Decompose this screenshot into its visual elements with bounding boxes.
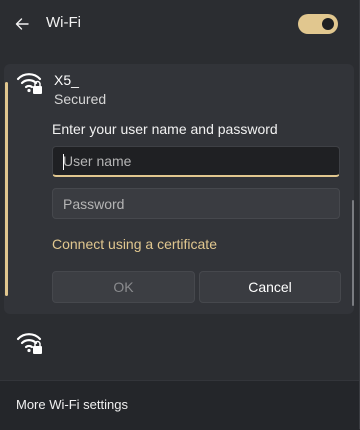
back-button[interactable] [10,12,34,36]
selection-indicator [5,82,8,296]
scrollbar-thumb[interactable] [352,200,354,306]
password-field[interactable] [52,188,340,219]
username-input[interactable] [53,147,339,175]
credentials-prompt: Enter your user name and password [52,121,278,137]
wifi-secured-icon [16,73,42,94]
more-wifi-settings-link[interactable]: More Wi-Fi settings [16,397,128,412]
ok-button[interactable]: OK [52,271,195,303]
cancel-button[interactable]: Cancel [199,271,341,303]
page-title: Wi-Fi [46,14,81,31]
wifi-header: Wi-Fi [0,0,359,48]
network-status: Secured [54,91,107,107]
username-field[interactable] [52,146,340,177]
password-input[interactable] [53,189,339,218]
arrow-left-icon [15,18,29,30]
toggle-knob [322,18,334,30]
network-name: X5_ [54,72,79,88]
wifi-flyout: Wi-Fi X5_ Secured Enter your user name a… [0,0,360,430]
text-caret [63,154,64,170]
flyout-footer: More Wi-Fi settings [0,380,359,430]
wifi-toggle[interactable] [298,14,338,34]
certificate-link[interactable]: Connect using a certificate [52,236,217,252]
network-item[interactable] [4,320,354,364]
wifi-secured-icon [16,333,42,354]
